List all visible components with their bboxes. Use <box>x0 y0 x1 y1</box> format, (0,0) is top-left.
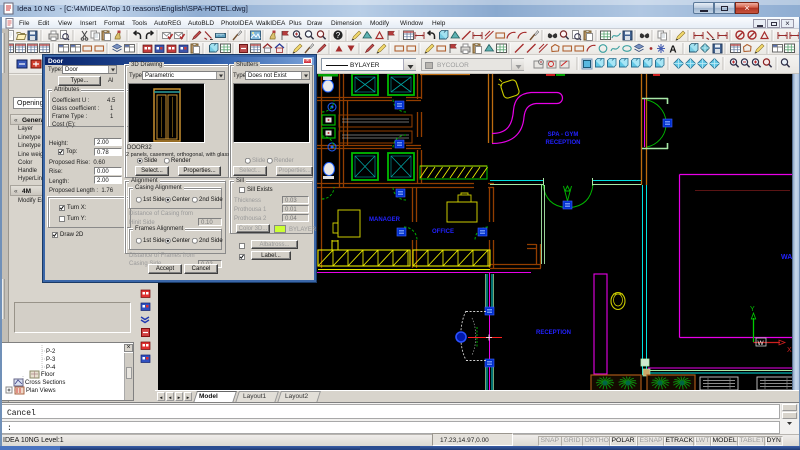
svg-text:RECEPTION: RECEPTION <box>536 330 571 336</box>
svg-text:?: ? <box>336 31 341 40</box>
svg-text:X: X <box>787 347 792 354</box>
svg-text:OFFICE: OFFICE <box>432 229 454 235</box>
svg-text:SPA - GYM: SPA - GYM <box>548 132 579 138</box>
svg-text:WA: WA <box>781 254 792 261</box>
svg-text:W: W <box>758 340 765 347</box>
svg-text:RECEPTION: RECEPTION <box>545 140 580 146</box>
svg-text:A: A <box>669 45 676 56</box>
svg-text:MANAGER: MANAGER <box>369 217 401 223</box>
svg-text:Y: Y <box>750 306 755 313</box>
